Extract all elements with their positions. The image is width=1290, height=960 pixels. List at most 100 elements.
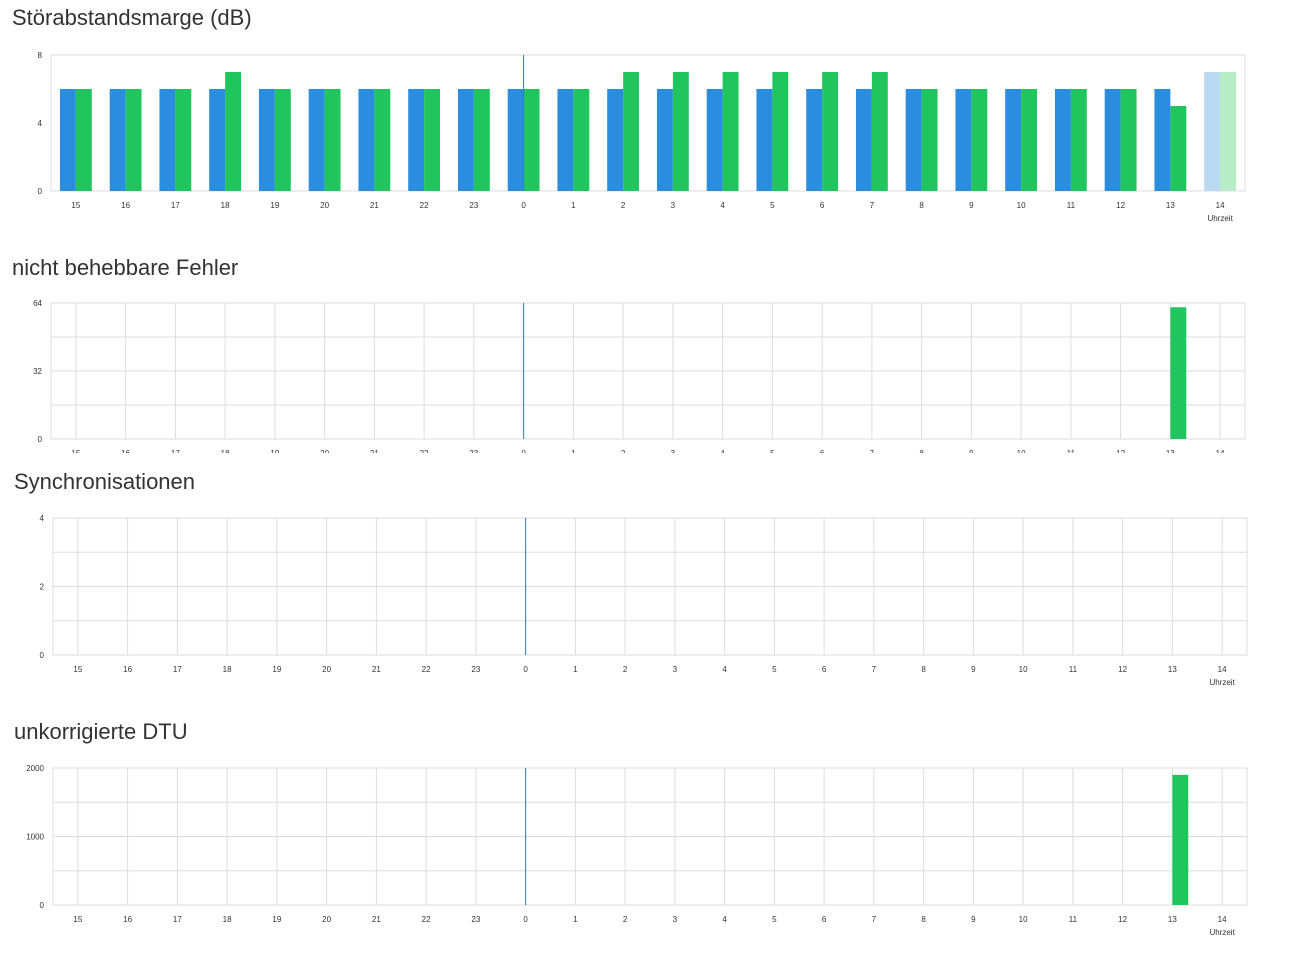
chart-fehler: 0326415 16 17 18 19 20 21 22 23 0 1 2 3 4 5 6 7 8 9 10 11 12 1… [33, 299, 1246, 458]
x-tick-label: 2 [623, 665, 628, 674]
plot-area: 04815 16 17 18 19 20 21 22 23 0 1 2 3 4 5 6 7 8 9 10 11 12 13 1… [38, 51, 1246, 223]
bar-series-1 [557, 89, 574, 191]
x-tick-label: 19 [270, 201, 279, 210]
x-tick-label: 15 [71, 201, 80, 210]
bar-series-1 [905, 89, 922, 191]
bar-series-2 [672, 72, 689, 191]
y-tick-label: 1000 [26, 833, 44, 842]
bar-series-2 [573, 89, 590, 191]
x-axis-label: Uhrzeit [1209, 678, 1235, 687]
chart-title-sync: Synchronisationen [14, 469, 196, 494]
plot-area: 02415 16 17 18 19 20 21 22 23 0 1 2 3 4 5 6 7 8 9 10 11 12 13 1… [40, 514, 1248, 687]
bar-series-2 [772, 72, 789, 191]
x-tick-label: 9 [971, 665, 976, 674]
x-tick-label: 1 [571, 449, 576, 458]
x-tick-label: 19 [272, 665, 281, 674]
x-tick-label: 10 [1017, 201, 1026, 210]
bar-series-1 [855, 89, 872, 191]
x-tick-label: 10 [1019, 915, 1028, 924]
x-tick-label: 20 [322, 665, 331, 674]
x-tick-label: 7 [872, 665, 877, 674]
y-tick-label: 8 [38, 51, 43, 60]
bar-series-2 [274, 89, 291, 191]
x-tick-label: 17 [173, 665, 182, 674]
x-tick-label: 11 [1067, 449, 1076, 458]
bar-series-2 [125, 89, 142, 191]
x-tick-label: 11 [1067, 201, 1076, 210]
bar-series-2 [871, 72, 888, 191]
bar-series-1 [109, 89, 126, 191]
bar-series-1 [1104, 89, 1121, 191]
x-tick-label: 12 [1118, 915, 1127, 924]
x-tick-label: 9 [971, 915, 976, 924]
bar-series-2 [623, 72, 640, 191]
x-tick-label: 15 [71, 449, 80, 458]
y-tick-label: 0 [38, 435, 43, 444]
x-tick-label: 1 [573, 915, 578, 924]
bar-series-1 [507, 89, 524, 191]
x-tick-label: 19 [270, 449, 279, 458]
y-tick-label: 4 [40, 514, 45, 523]
bar-series-2 [1120, 89, 1137, 191]
bar-series-1 [1005, 89, 1022, 191]
x-tick-label: 0 [523, 665, 528, 674]
x-tick-label: 2 [623, 915, 628, 924]
x-tick-label: 18 [223, 915, 232, 924]
plot-area: 01000200015 16 17 18 19 20 21 22 23 0 1 2 3 4 5 6 7 8 9 10 1… [26, 764, 1248, 937]
bar-series-1 [308, 89, 325, 191]
x-tick-label: 14 [1216, 201, 1225, 210]
x-tick-label: 22 [422, 915, 431, 924]
x-tick-label: 18 [221, 449, 230, 458]
x-tick-label: 12 [1116, 449, 1125, 458]
x-axis-label: Uhrzeit [1207, 214, 1233, 223]
x-tick-label: 8 [921, 915, 926, 924]
x-tick-label: 6 [820, 449, 825, 458]
x-tick-label: 3 [671, 449, 676, 458]
x-tick-label: 17 [171, 449, 180, 458]
x-tick-label: 4 [722, 665, 727, 674]
x-tick-label: 16 [121, 449, 130, 458]
y-tick-label: 0 [40, 651, 45, 660]
bar-series-2 [822, 72, 839, 191]
y-tick-label: 0 [38, 187, 43, 196]
bar-series-1 [607, 89, 624, 191]
x-tick-label: 22 [422, 665, 431, 674]
x-tick-label: 6 [822, 665, 827, 674]
bar-series-2 [1170, 307, 1187, 439]
x-tick-label: 11 [1069, 665, 1078, 674]
bar-series-2 [722, 72, 739, 191]
bar-series-2 [424, 89, 441, 191]
bar-series-2 [523, 89, 540, 191]
x-tick-label: 12 [1118, 665, 1127, 674]
bar-series-1 [1054, 89, 1071, 191]
x-tick-label: 6 [820, 201, 825, 210]
x-tick-label: 21 [372, 665, 381, 674]
chart-sync: 02415 16 17 18 19 20 21 22 23 0 1 2 3 4 5 6 7 8 9 10 11 12 13 1… [40, 514, 1248, 687]
x-tick-label: 22 [420, 449, 429, 458]
y-tick-label: 2 [40, 583, 45, 592]
y-tick-label: 32 [33, 367, 42, 376]
bar-series-1 [656, 89, 673, 191]
x-tick-label: 15 [73, 665, 82, 674]
x-tick-label: 23 [469, 201, 478, 210]
x-tick-label: 16 [123, 665, 132, 674]
bar-series-2 [971, 89, 988, 191]
bar-series-2 [1021, 89, 1038, 191]
bar-series-2 [921, 89, 938, 191]
plot-area: 0326415 16 17 18 19 20 21 22 23 0 1 2 3 4 5 6 7 8 9 10 11 12 1… [33, 299, 1246, 458]
bar-series-1 [408, 89, 425, 191]
x-tick-label: 17 [171, 201, 180, 210]
y-tick-label: 0 [40, 901, 45, 910]
x-tick-label: 23 [471, 915, 480, 924]
bar-series-1 [358, 89, 375, 191]
bar-series-2 [225, 72, 242, 191]
x-tick-label: 14 [1218, 665, 1227, 674]
bar-series-1 [258, 89, 275, 191]
chart-title-stoerabstand: Störabstandsmarge (dB) [12, 5, 252, 30]
bar-series-1 [159, 89, 176, 191]
x-tick-label: 8 [919, 201, 924, 210]
x-tick-label: 8 [921, 665, 926, 674]
x-tick-label: 10 [1017, 449, 1026, 458]
x-tick-label: 7 [870, 449, 875, 458]
bar-series-2 [1170, 106, 1187, 191]
